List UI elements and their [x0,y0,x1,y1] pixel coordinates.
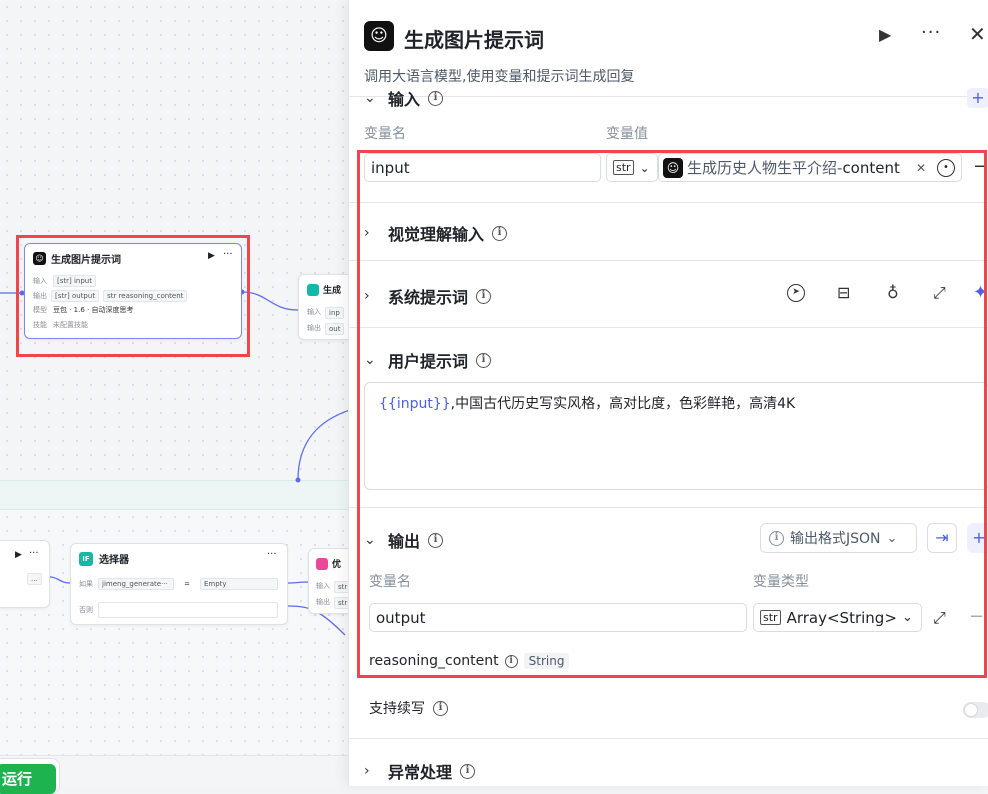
run-node-icon[interactable]: ▶ [879,25,891,44]
doubao-logo-icon: ☺ [364,21,394,51]
node-run-icon[interactable]: ▶ [15,550,22,560]
ai-sparkle-icon[interactable]: ✦ [973,282,988,303]
node-more-icon[interactable]: ··· [267,549,277,560]
type-badge: String [523,653,570,669]
input-ref-field[interactable]: ☺ 生成历史人物生平介绍 - content ✕ • [658,153,962,182]
chevron-right-icon: › [364,288,370,304]
chevron-right-icon: › [364,225,370,241]
output-format-select[interactable]: i 输出格式JSON ⌄ [760,523,917,553]
input-var-name-field[interactable]: input [364,153,601,182]
else-slot [98,602,278,618]
info-icon: i [769,530,784,546]
reasoning-output-row: reasoning_content i String [369,653,570,669]
info-icon: i [492,225,508,241]
lightbulb-icon[interactable]: ♁ [887,283,899,302]
if-icon: IF [79,551,93,566]
expand-icon[interactable]: ⤢ [933,283,946,303]
input-type-select[interactable]: str ⌄ [606,153,658,182]
info-icon: i [428,532,444,548]
template-library-icon[interactable]: ⊟ [837,283,850,302]
panel-title[interactable]: 生成图片提示词 [404,24,544,53]
chevron-down-icon: ⌄ [364,532,376,548]
output-type-select[interactable]: str Array<String> ⌄ [753,603,922,632]
continue-writing-toggle[interactable] [963,702,988,718]
list-icon [316,557,328,570]
info-icon: i [476,288,492,304]
chevron-down-icon: ⌄ [364,90,376,106]
chevron-down-icon: ⌄ [886,530,898,546]
continue-writing-row: 支持续写 i [369,698,448,718]
chevron-down-icon: ⌄ [902,610,913,625]
system-prompt-header[interactable]: › 系统提示词 i [364,284,492,308]
node-left-partial[interactable]: ▶ ··· ... [0,540,50,608]
selected-node-highlight [16,235,250,357]
condition-right[interactable]: Empty [200,578,278,590]
add-input-icon[interactable]: + [967,88,988,108]
import-output-icon[interactable]: ⇥ [927,523,957,553]
condition-left[interactable]: jimeng_generate··· [98,578,174,590]
remove-input-icon[interactable]: − [973,156,988,177]
user-prompt-header[interactable]: ⌄ 用户提示词 i [364,348,492,372]
node-more-icon[interactable]: ··· [29,548,39,559]
input-section-header[interactable]: ⌄ 输入 i [364,88,444,108]
vision-section-header[interactable]: › 视觉理解输入 i [364,221,508,245]
node-selector[interactable]: IF 选择器 ··· 如果 jimeng_generate··· = Empty… [70,543,288,625]
user-prompt-editor[interactable]: {{input}},中国古代历史写实风格，高对比度，色彩鲜艳，高清4K [364,382,988,490]
node-config-panel: ☺ 生成图片提示词 ▶ ··· ✕ 调用大语言模型,使用变量和提示词生成回复 ⌄… [348,0,988,786]
info-icon: i [428,90,444,106]
chevron-down-icon: ⌄ [639,160,650,175]
close-icon[interactable]: ✕ [969,22,986,46]
expand-icon[interactable]: ⤢ [933,608,946,628]
variable-ref-icon[interactable]: • [937,158,955,177]
info-icon: i [460,763,476,779]
info-icon: i [504,654,518,668]
prompt-variable-ref[interactable]: {{input}} [379,396,451,412]
node-type-icon [307,283,319,296]
chevron-right-icon: › [364,763,370,779]
exception-section-header[interactable]: › 异常处理 i [364,759,476,783]
remove-output-icon[interactable]: − [969,606,984,627]
chevron-down-icon: ⌄ [364,352,376,368]
panel-description: 调用大语言模型,使用变量和提示词生成回复 [364,69,635,85]
clear-ref-icon[interactable]: ✕ [916,161,926,175]
add-output-icon[interactable]: + [967,523,988,553]
output-var-name-field[interactable]: output [369,603,747,632]
doubao-logo-icon: ☺ [663,157,683,178]
run-button[interactable]: 运行 [0,764,56,794]
info-icon: i [433,700,448,716]
connection-lines [0,289,350,636]
compass-icon[interactable]: ➤ [787,284,805,302]
output-section-header[interactable]: ⌄ 输出 i [364,528,444,552]
info-icon: i [476,352,492,368]
more-icon[interactable]: ··· [921,22,941,43]
